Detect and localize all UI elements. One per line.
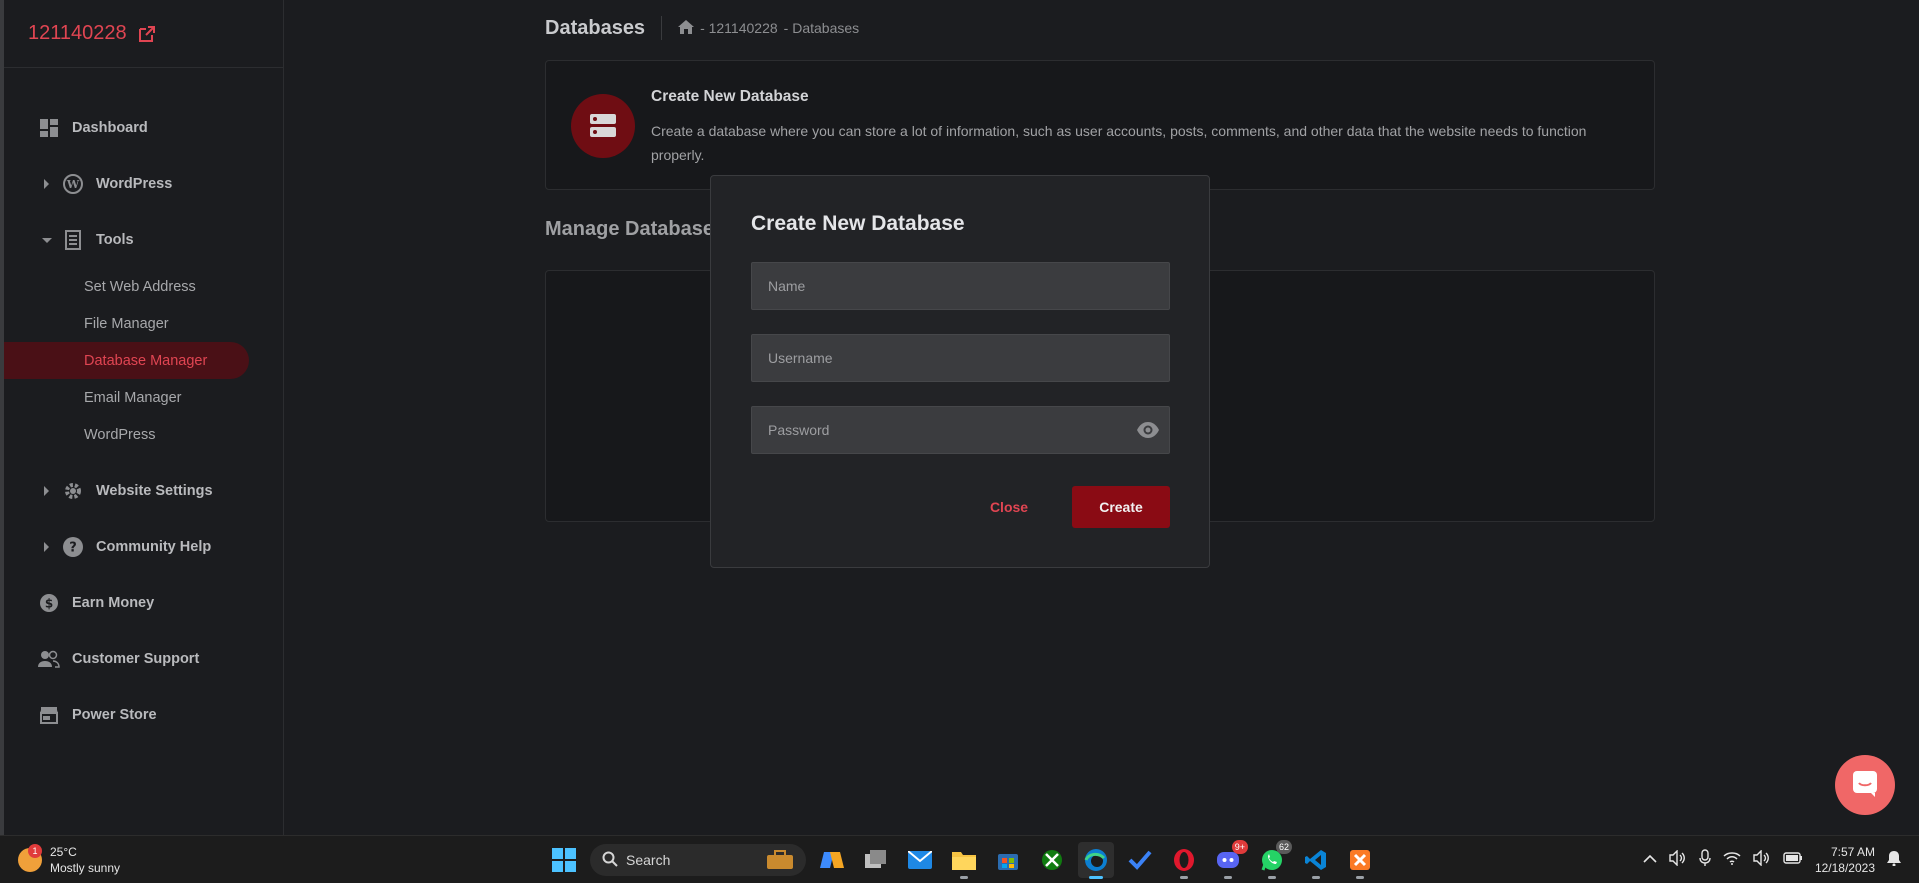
password-input[interactable]	[751, 406, 1170, 454]
running-indicator	[1224, 876, 1232, 879]
password-field	[751, 406, 1170, 454]
notification-bell-icon[interactable]	[1887, 850, 1901, 871]
close-button[interactable]: Close	[981, 486, 1037, 528]
whatsapp-icon[interactable]: 62	[1254, 840, 1292, 879]
vscode-icon[interactable]	[1298, 842, 1334, 879]
todo-icon[interactable]	[1122, 842, 1158, 878]
store-icon[interactable]	[990, 842, 1026, 878]
microphone-icon[interactable]	[1699, 848, 1711, 872]
xbox-icon[interactable]	[1034, 842, 1070, 878]
create-database-modal: Create New Database Close Create	[710, 175, 1210, 568]
taskbar-apps: Search 9+ 62	[546, 840, 1378, 879]
clock[interactable]: 7:57 AM 12/18/2023	[1815, 844, 1875, 876]
briefcase-icon	[766, 850, 794, 873]
weather-widget[interactable]: 1 25°C Mostly sunny	[18, 844, 120, 876]
running-indicator	[960, 876, 968, 879]
app-window: 121140228 Dashboard W WordPress Tools Se…	[0, 0, 1919, 835]
running-indicator	[1268, 876, 1276, 879]
chat-button[interactable]	[1835, 755, 1895, 815]
system-tray: 7:57 AM 12/18/2023	[1643, 842, 1901, 878]
wifi-icon[interactable]	[1723, 851, 1741, 870]
taskbar-search[interactable]: Search	[590, 844, 806, 876]
running-indicator	[1180, 876, 1188, 879]
task-view-icon[interactable]	[858, 842, 894, 878]
weather-condition: Mostly sunny	[50, 861, 121, 875]
chevron-up-icon[interactable]	[1643, 851, 1657, 869]
mail-icon[interactable]	[902, 842, 938, 878]
discord-icon[interactable]: 9+	[1210, 840, 1248, 879]
chat-icon	[1851, 769, 1879, 802]
username-input[interactable]	[751, 334, 1170, 382]
battery-icon[interactable]	[1783, 851, 1803, 869]
whatsapp-badge: 62	[1275, 840, 1292, 854]
discord-badge: 9+	[1231, 840, 1248, 854]
clock-time: 7:57 AM	[1830, 845, 1875, 859]
weather-badge: 1	[28, 844, 42, 858]
volume-icon[interactable]	[1753, 848, 1771, 871]
modal-title: Create New Database	[751, 212, 965, 235]
file-explorer-icon[interactable]	[946, 842, 982, 879]
running-indicator	[1356, 876, 1364, 879]
temperature: 25°C	[50, 845, 77, 859]
search-icon	[602, 851, 618, 870]
name-input[interactable]	[751, 262, 1170, 310]
copilot-icon[interactable]	[814, 842, 850, 878]
clock-date: 12/18/2023	[1814, 861, 1875, 875]
audio-icon[interactable]	[1669, 848, 1687, 871]
windows-start-icon[interactable]	[546, 842, 582, 878]
sun-icon: 1	[18, 844, 42, 872]
taskbar: 1 25°C Mostly sunny Search 9+ 62 7:57 AM…	[0, 835, 1919, 883]
create-button[interactable]: Create	[1072, 486, 1170, 528]
opera-icon[interactable]	[1166, 842, 1202, 879]
xampp-icon[interactable]	[1342, 842, 1378, 879]
edge-browser-icon[interactable]	[1078, 842, 1114, 879]
running-indicator	[1089, 876, 1103, 879]
search-label: Search	[626, 852, 671, 868]
running-indicator	[1312, 876, 1320, 879]
eye-icon[interactable]	[1136, 420, 1160, 440]
